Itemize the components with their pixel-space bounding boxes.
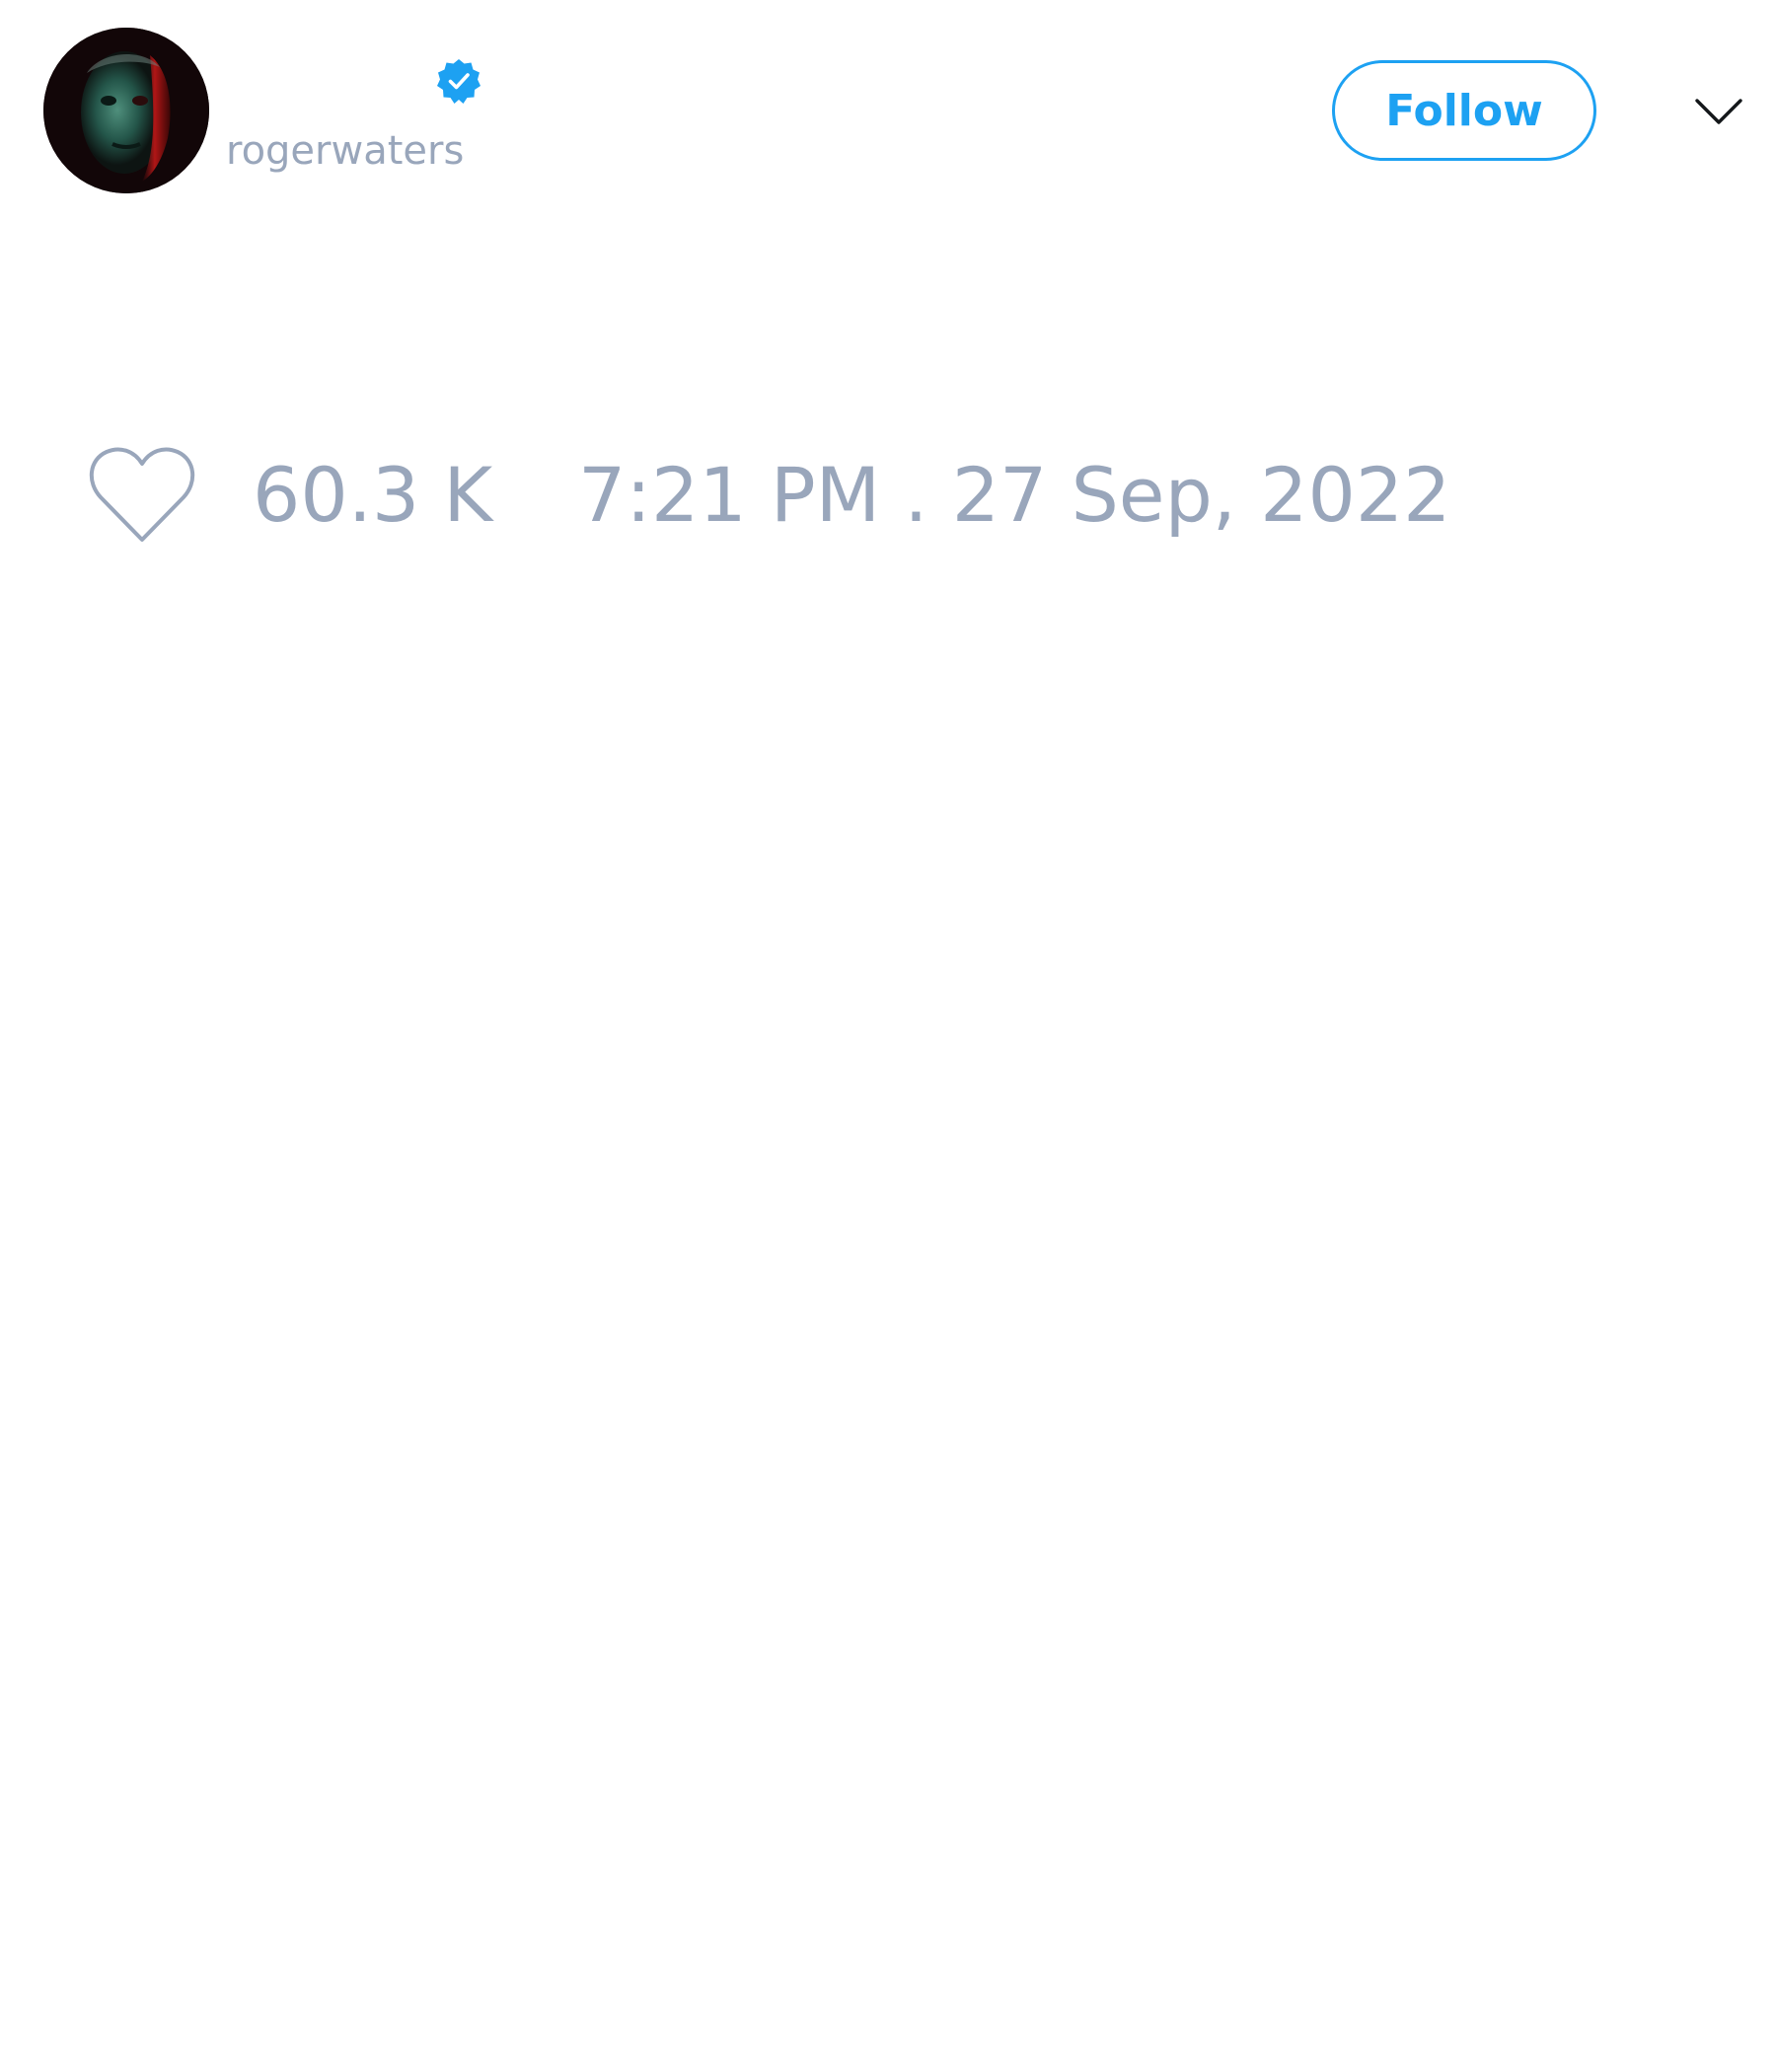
verified-badge-icon [437,59,481,104]
tweet-card: rogerwaters Follow 60.3 K 7:21 PM . 27 S… [0,0,1776,2072]
follow-button[interactable]: Follow [1332,60,1596,161]
heart-outline-icon[interactable] [89,446,195,545]
tweet-timestamp[interactable]: 7:21 PM . 27 Sep, 2022 [578,452,1451,539]
display-name[interactable] [227,57,424,107]
like-count: 60.3 K [253,451,493,539]
avatar[interactable] [43,28,209,193]
chevron-down-icon[interactable] [1693,87,1744,136]
avatar-portrait [43,28,209,193]
author-handle[interactable]: rogerwaters [226,126,464,176]
